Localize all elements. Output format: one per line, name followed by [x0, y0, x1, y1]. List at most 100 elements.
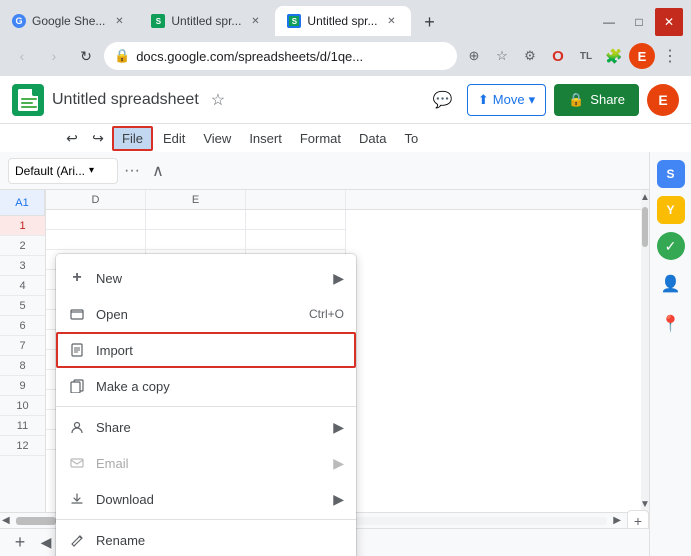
- sidebar-slides-icon[interactable]: Y: [657, 196, 685, 224]
- profile-button[interactable]: E: [629, 43, 655, 69]
- address-icons: ⊕ ☆ ⚙ O TL 🧩 E ⋮: [461, 43, 683, 69]
- title-area: Untitled spreadsheet: [52, 91, 203, 109]
- sheet-nav-left[interactable]: ◀: [36, 533, 56, 553]
- tab-label-untitled2: Untitled spr...: [307, 14, 377, 28]
- file-menu-download[interactable]: Download ▶: [56, 481, 356, 517]
- file-menu-section-3: Rename Move to bin: [56, 519, 356, 556]
- maximize-button[interactable]: □: [625, 8, 653, 36]
- file-menu-new[interactable]: + New ▶: [56, 260, 356, 296]
- menu-item-insert[interactable]: Insert: [241, 128, 290, 149]
- menu-item-file[interactable]: File: [112, 126, 153, 151]
- cell-d2[interactable]: [46, 230, 146, 250]
- bookmark-icon[interactable]: ☆: [489, 43, 515, 69]
- move-button[interactable]: ⬆ Move ▾: [467, 84, 546, 116]
- sheets-logo: [12, 84, 44, 116]
- star-button[interactable]: ☆: [211, 90, 225, 110]
- add-sheet-button[interactable]: +: [8, 531, 32, 555]
- open-shortcut: Ctrl+O: [309, 307, 344, 321]
- page-action-icon[interactable]: ⊕: [461, 43, 487, 69]
- file-menu-import[interactable]: Import: [56, 332, 356, 368]
- opera-icon[interactable]: O: [545, 43, 571, 69]
- row-num-11: 11: [0, 416, 45, 436]
- comment-button[interactable]: 💬: [427, 84, 459, 116]
- grid-row-2: [46, 230, 641, 250]
- tab-close-untitled2[interactable]: ✕: [383, 13, 399, 29]
- sidebar-tasks-icon[interactable]: ✓: [657, 232, 685, 260]
- tab-close-google[interactable]: ✕: [111, 13, 127, 29]
- cell-f2[interactable]: [246, 230, 346, 250]
- row-num-6: 6: [0, 316, 45, 336]
- undo-button[interactable]: ↩: [60, 126, 84, 150]
- right-sidebar: S Y ✓ 👤 📍: [649, 152, 691, 556]
- font-select[interactable]: Default (Ari... ▾: [8, 158, 118, 184]
- row-num-12: 12: [0, 436, 45, 456]
- vertical-scrollbar[interactable]: ▲ ▼: [641, 190, 649, 512]
- file-menu-email[interactable]: Email ▶: [56, 445, 356, 481]
- collapse-toolbar-button[interactable]: ∧: [146, 159, 170, 183]
- tab-favicon-untitled1: S: [151, 14, 165, 28]
- file-menu-rename[interactable]: Rename: [56, 522, 356, 556]
- file-menu-share[interactable]: Share ▶: [56, 409, 356, 445]
- user-avatar[interactable]: E: [647, 84, 679, 116]
- address-input[interactable]: 🔒 docs.google.com/spreadsheets/d/1qe...: [104, 42, 457, 70]
- translate-icon[interactable]: TL: [573, 43, 599, 69]
- tab-spacer: — □ ✕: [443, 8, 691, 36]
- browser-menu-button[interactable]: ⋮: [657, 43, 683, 69]
- grid-row-1: [46, 210, 641, 230]
- tab-bar: G Google She... ✕ S Untitled spr... ✕ S …: [0, 0, 691, 36]
- sidebar-sheets-icon[interactable]: S: [657, 160, 685, 188]
- rename-label: Rename: [96, 533, 344, 548]
- row-num-3: 3: [0, 256, 45, 276]
- scroll-left-button[interactable]: ◀: [0, 515, 12, 526]
- email-arrow-icon: ▶: [333, 455, 344, 472]
- row-num-8: 8: [0, 356, 45, 376]
- tab-untitled2[interactable]: S Untitled spr... ✕: [275, 6, 411, 36]
- cell-d1[interactable]: [46, 210, 146, 230]
- back-button[interactable]: ‹: [8, 42, 36, 70]
- move-arrow-icon: ▾: [529, 92, 536, 108]
- menu-item-view[interactable]: View: [195, 128, 239, 149]
- menu-item-data[interactable]: Data: [351, 128, 394, 149]
- refresh-button[interactable]: ↻: [72, 42, 100, 70]
- tab-google[interactable]: G Google She... ✕: [0, 6, 139, 36]
- cell-f1[interactable]: [246, 210, 346, 230]
- cell-reference[interactable]: A1: [0, 190, 45, 216]
- file-menu-open[interactable]: Open Ctrl+O: [56, 296, 356, 332]
- document-title[interactable]: Untitled spreadsheet: [52, 91, 199, 109]
- address-bar: ‹ › ↻ 🔒 docs.google.com/spreadsheets/d/1…: [0, 36, 691, 76]
- menu-item-format[interactable]: Format: [292, 128, 349, 149]
- share-lock-icon: 🔒: [568, 92, 584, 108]
- forward-button[interactable]: ›: [40, 42, 68, 70]
- settings-icon[interactable]: ⚙: [517, 43, 543, 69]
- scrollbar-thumb[interactable]: [642, 207, 648, 247]
- close-button[interactable]: ✕: [655, 8, 683, 36]
- move-label: Move: [493, 92, 525, 107]
- cell-e2[interactable]: [146, 230, 246, 250]
- minimize-button[interactable]: —: [595, 8, 623, 36]
- cell-e1[interactable]: [146, 210, 246, 230]
- open-icon: [68, 305, 86, 323]
- new-icon: +: [68, 269, 86, 287]
- app-area: Untitled spreadsheet ☆ 💬 ⬆ Move ▾ 🔒 Shar…: [0, 76, 691, 556]
- file-menu-section-1: + New ▶ Open Ctrl+O Import: [56, 258, 356, 406]
- row-num-7: 7: [0, 336, 45, 356]
- tab-untitled1[interactable]: S Untitled spr... ✕: [139, 6, 275, 36]
- scroll-right-button[interactable]: ▶: [611, 515, 623, 526]
- sidebar-contacts-icon[interactable]: 👤: [655, 268, 687, 300]
- file-menu-makecopy[interactable]: Make a copy: [56, 368, 356, 404]
- more-options-button[interactable]: ···: [120, 159, 144, 183]
- share-button[interactable]: 🔒 Share: [554, 84, 639, 116]
- rename-icon: [68, 531, 86, 549]
- menu-item-edit[interactable]: Edit: [155, 128, 193, 149]
- menu-item-tools[interactable]: To: [396, 128, 426, 149]
- extensions-icon[interactable]: 🧩: [601, 43, 627, 69]
- sidebar-maps-icon[interactable]: 📍: [655, 308, 687, 340]
- redo-button[interactable]: ↪: [86, 126, 110, 150]
- row-num-9: 9: [0, 376, 45, 396]
- h-scrollbar-thumb[interactable]: [16, 517, 56, 525]
- new-label: New: [96, 271, 323, 286]
- new-tab-button[interactable]: +: [415, 8, 443, 36]
- tab-close-untitled1[interactable]: ✕: [247, 13, 263, 29]
- tab-favicon-untitled2: S: [287, 14, 301, 28]
- spreadsheet-area: Default (Ari... ▾ ··· ∧ A1 1 2 3 4 5 6 7: [0, 152, 691, 556]
